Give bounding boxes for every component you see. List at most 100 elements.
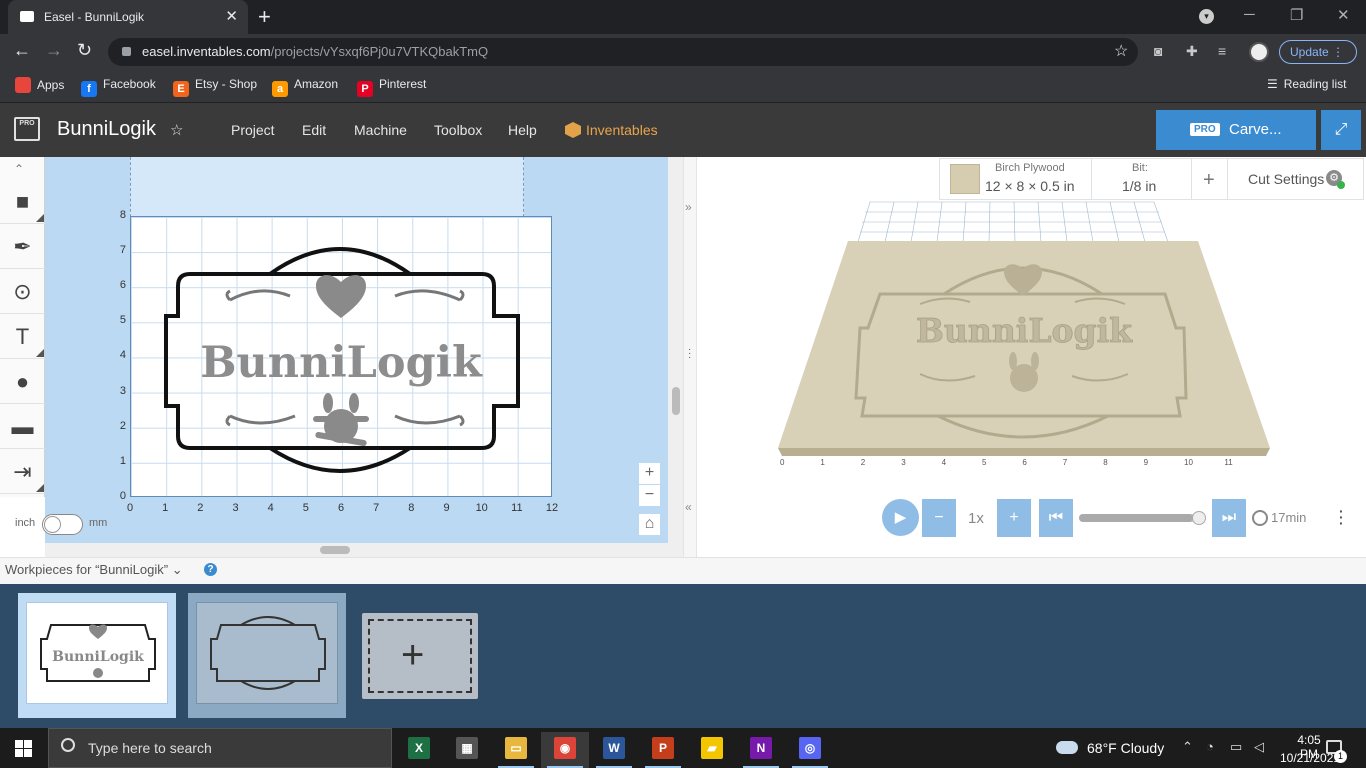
heart-icon <box>316 275 366 318</box>
apps-tool-button[interactable]: ▬ <box>0 405 45 449</box>
preview-axis: 0 1 2 3 4 5 6 7 8 9 10 11 <box>780 458 1233 467</box>
bookmark-apps[interactable]: Apps <box>15 77 64 93</box>
y-axis-tick: 0 <box>119 489 126 502</box>
reload-icon[interactable]: ↻ <box>77 40 92 61</box>
wifi-icon[interactable]: ◔ <box>1206 739 1214 754</box>
design-artwork[interactable]: BunniLogik <box>130 216 552 497</box>
workpieces-title[interactable]: Workpieces for “BunniLogik” ⌄ <box>5 562 183 578</box>
menu-project[interactable]: Project <box>231 122 275 138</box>
shapes-tool-button[interactable]: ■ <box>0 180 45 224</box>
vertical-scroll-thumb[interactable] <box>672 387 680 415</box>
cut-settings-button[interactable]: Cut Settings <box>1248 171 1324 187</box>
workpiece-thumbnail[interactable] <box>188 593 346 718</box>
material-name[interactable]: Birch Plywood <box>995 162 1065 174</box>
bookmark-pinterest[interactable]: P Pinterest <box>357 77 426 97</box>
update-button[interactable]: Update ⋮ <box>1279 40 1357 64</box>
bookmark-amazon[interactable]: a Amazon <box>272 77 338 97</box>
point-tool-icon: ⊙ <box>13 279 32 304</box>
menu-edit[interactable]: Edit <box>302 122 326 138</box>
notification-count: 1 <box>1334 750 1347 763</box>
lock-icon[interactable] <box>122 47 131 56</box>
import-tool-button[interactable]: ⇥ <box>0 450 45 494</box>
profile-avatar[interactable] <box>1249 42 1269 62</box>
minimize-window-icon[interactable]: ─ <box>1244 6 1255 23</box>
discord-app[interactable]: ◎ <box>786 732 834 768</box>
favorite-star-icon[interactable]: ☆ <box>170 121 183 139</box>
more-options-icon[interactable]: · · · <box>1339 504 1344 530</box>
carve-3d-preview[interactable]: BunniLogik 0 1 2 3 4 5 6 7 8 9 10 11 <box>770 198 1280 473</box>
slower-button[interactable]: − <box>922 499 956 537</box>
extensions-icon[interactable]: ✚ <box>1186 43 1198 60</box>
media-control-icon[interactable]: ≡ <box>1218 43 1226 59</box>
vertical-scrollbar[interactable] <box>668 157 683 557</box>
horizontal-scroll-thumb[interactable] <box>320 546 350 554</box>
excel-app[interactable]: X <box>395 732 443 768</box>
sticky-notes-app[interactable]: ▰ <box>688 732 736 768</box>
inventables-link[interactable]: Inventables <box>586 122 658 138</box>
text-tool-button[interactable]: T <box>0 315 45 359</box>
file-explorer-app[interactable]: ▭ <box>492 732 540 768</box>
volume-icon[interactable]: ◁ <box>1254 739 1264 755</box>
url-text[interactable]: easel.inventables.com/projects/vYsxqf6Pj… <box>142 44 488 59</box>
pen-tool-button[interactable]: ✒ <box>0 225 45 269</box>
submenu-indicator <box>36 214 44 222</box>
word-app[interactable]: W <box>590 732 638 768</box>
unit-toggle[interactable] <box>42 514 83 535</box>
camera-icon[interactable]: ◙ <box>1154 43 1162 59</box>
bookmark-etsy-shop[interactable]: E Etsy - Shop <box>173 77 257 97</box>
material-swatch[interactable] <box>950 164 980 194</box>
weather-text[interactable]: 68°F Cloudy <box>1087 740 1164 756</box>
point-tool-button[interactable]: ⊙ <box>0 270 45 314</box>
chrome-app[interactable]: ◉ <box>541 732 589 768</box>
skip-to-start-button[interactable]: ⏮ <box>1039 499 1073 537</box>
menu-toolbox[interactable]: Toolbox <box>434 122 482 138</box>
back-icon[interactable]: ← <box>13 40 31 61</box>
easel-pro-logo[interactable]: PRO <box>14 117 40 141</box>
preview-x-tick: 4 <box>942 458 947 467</box>
new-tab-button[interactable]: + <box>258 4 271 30</box>
faster-button[interactable]: + <box>997 499 1031 537</box>
help-icon[interactable]: ? <box>204 563 217 576</box>
home-view-icon[interactable]: ⌂ <box>639 514 660 535</box>
windows-start-icon[interactable] <box>15 740 32 757</box>
forward-icon[interactable]: → <box>45 40 63 61</box>
drag-handle-icon[interactable]: · · · <box>688 345 691 363</box>
bookmark-star-icon[interactable]: ☆ <box>1114 41 1128 61</box>
chevron-down-icon[interactable]: ⌄ <box>172 562 183 577</box>
collapse-up-icon[interactable]: ⌃ <box>14 162 24 176</box>
search-placeholder[interactable]: Type here to search <box>88 740 212 756</box>
carve-button[interactable]: PRO Carve... <box>1156 110 1316 150</box>
menu-help[interactable]: Help <box>508 122 537 138</box>
restore-window-icon[interactable]: ❐ <box>1290 6 1303 24</box>
add-bit-button[interactable]: + <box>1203 169 1215 192</box>
browser-tab[interactable]: Easel - BunniLogik ✕ <box>8 0 248 34</box>
menu-machine[interactable]: Machine <box>354 122 407 138</box>
tray-expand-icon[interactable]: ⌃ <box>1182 739 1193 755</box>
add-workpiece-button[interactable]: + <box>362 613 478 699</box>
zoom-out-button[interactable]: − <box>639 485 660 506</box>
bookmark-facebook[interactable]: f Facebook <box>81 77 156 97</box>
fullscreen-expand-icon[interactable]: ⤢ <box>1321 110 1361 150</box>
zoom-in-button[interactable]: + <box>639 463 660 484</box>
expand-left-icon[interactable]: « <box>685 500 692 514</box>
tab-search-icon[interactable]: ▾ <box>1199 9 1214 24</box>
design-text[interactable]: BunniLogik <box>200 338 483 388</box>
icons-tool-button[interactable]: ● <box>0 360 45 404</box>
skip-to-end-button[interactable]: ⏭ <box>1212 499 1246 537</box>
calculator-app[interactable]: ▦ <box>443 732 491 768</box>
reading-list-button[interactable]: ☰ Reading list <box>1267 77 1346 91</box>
onenote-app[interactable]: N <box>737 732 785 768</box>
play-button[interactable]: ▶ <box>882 499 919 536</box>
workpiece-thumbnail-active[interactable]: BunniLogik <box>18 593 176 718</box>
material-dimensions[interactable]: 12 × 8 × 0.5 in <box>985 178 1075 194</box>
close-window-icon[interactable]: ✕ <box>1337 6 1350 24</box>
expand-right-icon[interactable]: » <box>685 200 692 214</box>
bit-value[interactable]: 1/8 in <box>1122 178 1156 194</box>
close-tab-icon[interactable]: ✕ <box>225 7 238 25</box>
horizontal-scrollbar[interactable] <box>45 543 668 557</box>
battery-icon[interactable]: ▭ <box>1230 739 1242 755</box>
project-name[interactable]: BunniLogik <box>57 118 156 141</box>
powerpoint-app[interactable]: P <box>639 732 687 768</box>
cloud-weather-icon[interactable] <box>1056 741 1078 754</box>
playback-slider-knob[interactable] <box>1192 511 1206 525</box>
